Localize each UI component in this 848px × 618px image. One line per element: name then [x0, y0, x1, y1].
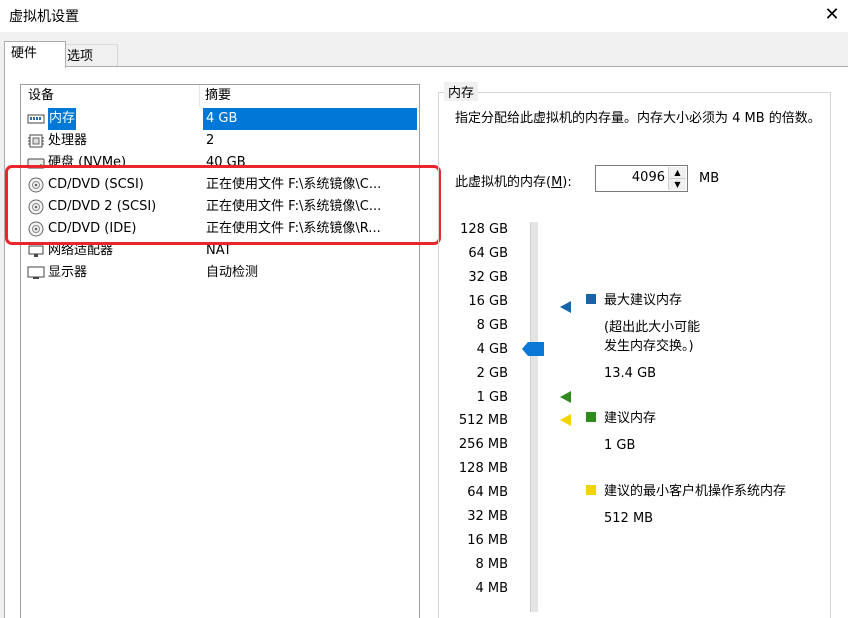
- cd-icon: [28, 221, 44, 237]
- memory-icon: [27, 114, 45, 124]
- device-name: CD/DVD 2 (SCSI): [48, 199, 157, 214]
- scale-label: 64 GB: [468, 246, 508, 261]
- spin-down-icon[interactable]: ▼: [668, 179, 686, 190]
- device-row-cddvd-scsi[interactable]: CD/DVD (SCSI) 正在使用文件 F:\系统镜像\C...: [21, 174, 419, 196]
- max-recommended-title: 最大建议内存: [604, 293, 683, 308]
- min-recommended-value: 512 MB: [604, 511, 654, 526]
- scale-label: 64 MB: [467, 485, 508, 500]
- max-recommended-marker-icon: [560, 301, 571, 313]
- tab-options[interactable]: 选项: [60, 44, 118, 67]
- memory-group-title: 内存: [444, 82, 479, 101]
- max-legend-square-icon: [586, 294, 596, 304]
- label-accesskey: M: [551, 175, 563, 190]
- max-recommended-value: 13.4 GB: [604, 366, 657, 381]
- network-icon: [28, 245, 44, 257]
- scale-label: 128 MB: [458, 461, 508, 476]
- memory-slider-track[interactable]: [530, 222, 538, 612]
- device-summary: 正在使用文件 F:\系统镜像\C...: [206, 199, 382, 214]
- device-row-cddvd2-scsi[interactable]: CD/DVD 2 (SCSI) 正在使用文件 F:\系统镜像\C...: [21, 196, 419, 218]
- title-bar: 虚拟机设置 ✕: [0, 0, 848, 32]
- device-name: 硬盘 (NVMe): [48, 155, 127, 170]
- device-list[interactable]: 设备 摘要 内存 4 GB 处理器 2 硬盘 (NVMe) 40 GB CD/D…: [20, 84, 420, 618]
- memory-description: 指定分配给此虚拟机的内存量。内存大小必须为 4 MB 的倍数。: [455, 111, 821, 126]
- device-summary: 正在使用文件 F:\系统镜像\R...: [206, 221, 381, 236]
- scale-label: 128 GB: [460, 222, 508, 237]
- spin-up-icon[interactable]: ▲: [668, 167, 686, 179]
- device-name: CD/DVD (SCSI): [48, 177, 144, 192]
- min-recommended-marker-icon: [560, 414, 571, 426]
- memory-size-stepper[interactable]: 4096 ▲ ▼: [595, 165, 688, 192]
- column-divider[interactable]: [199, 85, 200, 107]
- scale-label: 2 GB: [476, 366, 508, 381]
- label-suffix: ):: [562, 175, 572, 190]
- max-recommended-note: 发生内存交换。): [604, 339, 694, 354]
- cpu-icon: [28, 134, 44, 148]
- device-name: 显示器: [48, 265, 88, 280]
- scale-label: 32 GB: [468, 270, 508, 285]
- device-row-network[interactable]: 网络适配器 NAT: [21, 240, 419, 262]
- device-row-cddvd-ide[interactable]: CD/DVD (IDE) 正在使用文件 F:\系统镜像\R...: [21, 218, 419, 240]
- device-summary: NAT: [206, 243, 232, 258]
- device-summary: 40 GB: [206, 155, 246, 170]
- device-row-harddisk[interactable]: 硬盘 (NVMe) 40 GB: [21, 152, 419, 174]
- device-summary: 2: [206, 133, 215, 148]
- memory-size-input[interactable]: 4096: [632, 170, 665, 185]
- max-recommended-note: (超出此大小可能: [604, 320, 701, 335]
- scale-label: 4 MB: [475, 581, 508, 596]
- device-summary: 4 GB: [206, 111, 238, 126]
- scale-label: 16 MB: [467, 533, 508, 548]
- scale-label: 512 MB: [458, 413, 508, 428]
- scale-label: 256 MB: [458, 437, 508, 452]
- device-name: CD/DVD (IDE): [48, 221, 137, 236]
- scale-label: 16 GB: [468, 294, 508, 309]
- column-header-device[interactable]: 设备: [28, 85, 54, 107]
- device-row-display[interactable]: 显示器 自动检测: [21, 262, 419, 284]
- min-legend-square-icon: [586, 485, 596, 495]
- device-name: 网络适配器: [48, 243, 114, 258]
- close-icon[interactable]: ✕: [818, 2, 846, 28]
- monitor-icon: [27, 266, 45, 279]
- device-row-processor[interactable]: 处理器 2: [21, 130, 419, 152]
- column-header-summary[interactable]: 摘要: [205, 85, 231, 107]
- label-text: 此虚拟机的内存(: [455, 175, 552, 190]
- rec-legend-square-icon: [586, 412, 596, 422]
- memory-size-label: 此虚拟机的内存(M):: [455, 171, 572, 190]
- min-recommended-title: 建议的最小客户机操作系统内存: [604, 484, 787, 499]
- scale-label: 8 MB: [475, 557, 508, 572]
- recommended-value: 1 GB: [604, 438, 636, 453]
- memory-slider-thumb[interactable]: [522, 342, 544, 356]
- scale-label: 8 GB: [476, 318, 508, 333]
- cd-icon: [28, 177, 44, 193]
- device-summary: 自动检测: [206, 265, 259, 280]
- scale-label: 1 GB: [476, 390, 508, 405]
- recommended-marker-icon: [560, 391, 571, 403]
- device-name: 处理器: [48, 133, 88, 148]
- tab-hardware[interactable]: 硬件: [4, 41, 66, 68]
- scale-label: 4 GB: [476, 342, 508, 357]
- scale-label: 32 MB: [467, 509, 508, 524]
- cd-icon: [28, 199, 44, 215]
- device-name: 内存: [48, 108, 77, 130]
- memory-unit: MB: [699, 171, 720, 186]
- window-title: 虚拟机设置: [9, 9, 79, 25]
- device-row-memory[interactable]: 内存 4 GB: [21, 108, 419, 130]
- harddisk-icon: [27, 158, 45, 169]
- recommended-title: 建议内存: [604, 411, 657, 426]
- device-summary: 正在使用文件 F:\系统镜像\C...: [206, 177, 382, 192]
